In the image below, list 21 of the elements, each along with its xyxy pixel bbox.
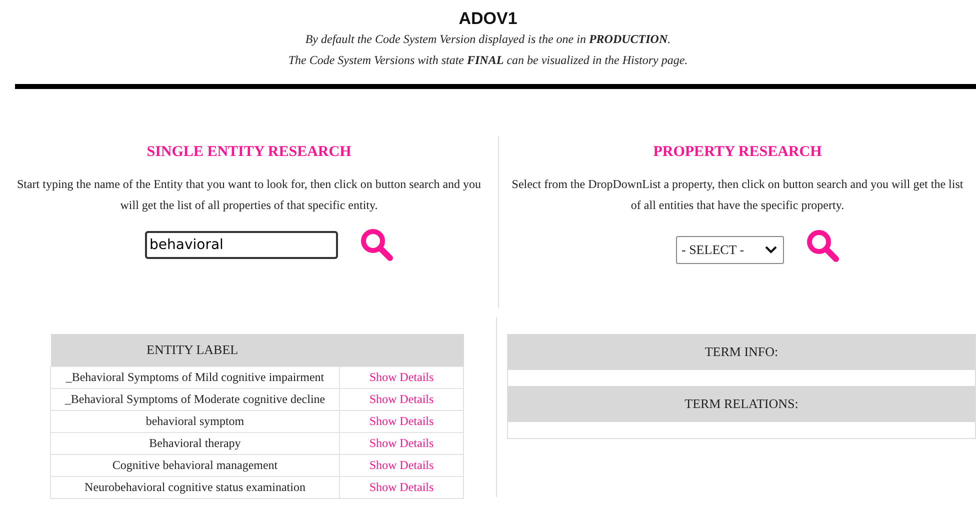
table-cell: behavioral symptom	[50, 410, 340, 432]
section-header: TERM RELATIONS:	[508, 386, 975, 422]
search-icon[interactable]	[360, 228, 394, 262]
table-cell: Cognitive behavioral management	[50, 454, 340, 476]
section-header: TERM INFO:	[508, 334, 975, 370]
info-note: By default the Code System Version displayed is the one in PRODUCTION.	[304, 31, 672, 48]
section-heading: SINGLE ENTITY RESEARCH	[146, 144, 352, 161]
table-cell: Neurobehavioral cognitive status examination	[50, 476, 340, 498]
search-field[interactable]: behavioral	[144, 231, 338, 259]
section-description: Start typing the name of the Entity that you want to look for, then click on button search and you will get the list of all properties of that specific entity.	[16, 176, 482, 214]
page-title: ADOV1	[458, 9, 518, 29]
chevron-down-icon	[764, 246, 776, 254]
table-cell: Behavioral therapy	[50, 432, 340, 454]
table-cell: _Behavioral Symptoms of Moderate cognitive decline	[50, 388, 340, 410]
info-note: The Code System Versions with state FINAL can be visualized in the History page.	[287, 52, 689, 69]
column-header: ENTITY LABEL	[50, 334, 340, 366]
table-cell: _Behavioral Symptoms of Mild cognitive impairment	[50, 366, 340, 388]
section-heading: PROPERTY RESEARCH	[652, 144, 823, 161]
property-dropdown[interactable]: - SELECT -	[676, 236, 784, 264]
section-description: Select from the DropDownList a property, then click on button search and you will get the list of all entities that have the specific property.	[510, 176, 964, 214]
search-icon[interactable]	[806, 229, 840, 263]
